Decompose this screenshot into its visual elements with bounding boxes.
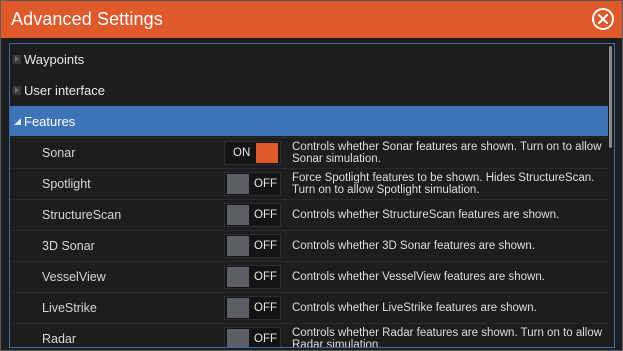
livestrike-toggle[interactable]: OFF — [224, 296, 281, 320]
tree-item-waypoints[interactable]: Waypoints — [10, 44, 608, 74]
feature-row-structurescan: StructureScan OFF Controls whether Struc… — [10, 199, 608, 229]
spotlight-toggle[interactable]: OFF — [224, 172, 281, 196]
expand-arrow-icon — [13, 54, 21, 64]
toggle-knob — [227, 205, 249, 225]
structurescan-toggle[interactable]: OFF — [224, 203, 281, 227]
toggle-state-label: OFF — [254, 209, 277, 221]
sonar-toggle[interactable]: ON — [224, 141, 281, 165]
radar-toggle[interactable]: OFF — [224, 327, 281, 347]
toggle-knob — [227, 267, 249, 287]
collapse-arrow-icon — [13, 117, 21, 126]
feature-row-3d-sonar: 3D Sonar OFF Controls whether 3D Sonar f… — [10, 230, 608, 260]
tree-item-label: Waypoints — [24, 51, 85, 67]
toggle-state-label: OFF — [254, 302, 277, 314]
vesselview-toggle[interactable]: OFF — [224, 265, 281, 289]
feature-name: Spotlight — [42, 177, 91, 191]
feature-name: Radar — [42, 332, 77, 346]
toggle-knob — [227, 298, 249, 318]
feature-description: Controls whether 3D Sonar features are s… — [292, 240, 535, 252]
feature-row-vesselview: VesselView OFF Controls whether VesselVi… — [10, 261, 608, 291]
tree-item-label: Features — [24, 113, 76, 129]
settings-tree-panel[interactable]: Waypoints User interface Features Sonar … — [9, 43, 615, 348]
scrollbar[interactable] — [609, 46, 612, 148]
toggle-state-label: OFF — [254, 240, 277, 252]
toggle-state-label: OFF — [254, 178, 277, 190]
toggle-state-label: ON — [233, 147, 251, 159]
toggle-knob — [256, 143, 278, 163]
toggle-state-label: OFF — [254, 271, 277, 283]
toggle-knob — [227, 329, 249, 347]
tree-item-user-interface[interactable]: User interface — [10, 75, 608, 105]
close-button[interactable] — [592, 8, 614, 30]
feature-name: VesselView — [42, 270, 106, 284]
dialog-titlebar: Advanced Settings — [1, 1, 622, 38]
toggle-state-label: OFF — [254, 333, 277, 345]
feature-description: Controls whether LiveStrike features are… — [292, 302, 537, 314]
expand-arrow-icon — [13, 85, 21, 95]
feature-row-radar: Radar OFF Controls whether Radar feature… — [10, 323, 608, 348]
close-icon — [598, 14, 608, 24]
feature-description: Force Spotlight features to be shown. Hi… — [292, 172, 595, 196]
3d-sonar-toggle[interactable]: OFF — [224, 234, 281, 258]
toggle-knob — [227, 236, 249, 256]
feature-description: Controls whether VesselView features are… — [292, 271, 545, 283]
feature-row-livestrike: LiveStrike OFF Controls whether LiveStri… — [10, 292, 608, 322]
tree-item-features[interactable]: Features — [10, 106, 608, 136]
feature-name: StructureScan — [42, 208, 122, 222]
toggle-knob — [227, 174, 249, 194]
feature-name: Sonar — [42, 146, 76, 160]
feature-description: Controls whether Sonar features are show… — [292, 141, 602, 165]
feature-name: LiveStrike — [42, 301, 97, 315]
feature-name: 3D Sonar — [42, 239, 95, 253]
feature-description: Controls whether Radar features are show… — [292, 327, 603, 348]
tree-item-label: User interface — [24, 82, 105, 98]
feature-row-sonar: Sonar ON Controls whether Sonar features… — [10, 137, 608, 167]
feature-description: Controls whether StructureScan features … — [292, 209, 560, 221]
advanced-settings-dialog: Advanced Settings Waypoints User interfa… — [0, 0, 623, 351]
feature-row-spotlight: Spotlight OFF Force Spotlight features t… — [10, 168, 608, 198]
dialog-title: Advanced Settings — [11, 9, 163, 29]
